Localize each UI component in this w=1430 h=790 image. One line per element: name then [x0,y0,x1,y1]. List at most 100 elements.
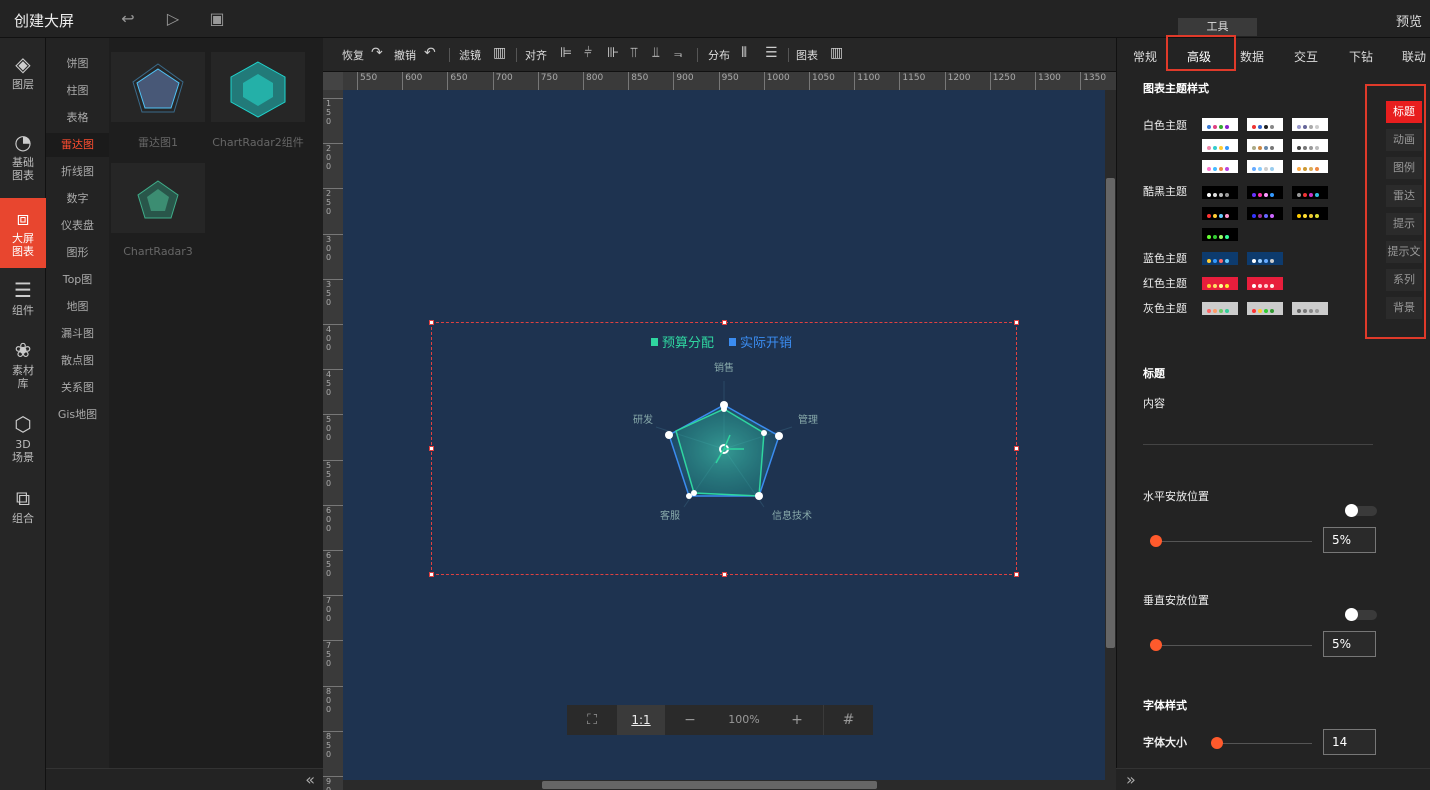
theme-swatch[interactable] [1292,302,1328,315]
undo-button[interactable]: 撤销 [394,47,416,63]
sidetab-title[interactable]: 标题 [1386,101,1422,123]
align-center-icon[interactable]: ⫩ [584,45,592,61]
content-input-underline[interactable] [1143,444,1373,445]
filter-chart-icon[interactable]: ▥ [493,45,506,61]
h-pos-slider-knob[interactable] [1150,535,1162,547]
theme-swatch[interactable] [1202,118,1238,131]
category-item-radar[interactable]: 雷达图 [46,133,109,157]
sidetab-radar[interactable]: 雷达 [1386,185,1422,207]
theme-swatch[interactable] [1292,207,1328,220]
h-pos-input[interactable]: 5% [1323,527,1376,553]
nav-group[interactable]: ⧉ 组合 [0,486,46,525]
theme-swatch[interactable] [1202,139,1238,152]
category-item[interactable]: 折线图 [46,160,109,184]
category-item[interactable]: 仪表盘 [46,214,109,238]
horizontal-scroll-thumb[interactable] [542,781,877,789]
category-item[interactable]: 关系图 [46,376,109,400]
thumbnail-radar1[interactable] [111,52,205,122]
distribute-v-icon[interactable]: ☰ [765,45,778,61]
h-pos-toggle-knob[interactable] [1345,504,1358,517]
v-pos-slider-track[interactable] [1150,645,1312,646]
distribute-h-icon[interactable]: ⦀ [741,45,747,61]
font-size-slider-knob[interactable] [1211,737,1223,749]
nav-components[interactable]: ☰ 组件 [0,278,46,317]
theme-swatch[interactable] [1202,207,1238,220]
actual-size-button[interactable]: 1:1 [617,705,665,735]
sidetab-tooltip-text[interactable]: 提示文 [1386,241,1422,263]
vertical-scroll-thumb[interactable] [1106,178,1115,648]
sidetab-background[interactable]: 背景 [1386,297,1422,319]
tab-interaction[interactable]: 交互 [1294,48,1318,65]
save-icon[interactable]: ▣ [207,9,227,29]
redo-button[interactable]: 恢复 [342,47,364,63]
distribute-button[interactable]: 分布 [708,47,730,63]
thumbnail-radar2[interactable] [211,52,305,122]
theme-swatch[interactable] [1247,207,1283,220]
theme-swatch[interactable] [1292,139,1328,152]
category-item[interactable]: 表格 [46,106,109,130]
fit-screen-icon[interactable]: ⛶ [567,705,617,735]
theme-swatch[interactable] [1247,139,1283,152]
theme-swatch[interactable] [1247,302,1283,315]
zoom-in-button[interactable]: + [783,705,811,735]
category-item[interactable]: 散点图 [46,349,109,373]
chart-icon[interactable]: ▥ [830,45,843,61]
category-item[interactable]: 数字 [46,187,109,211]
theme-swatch[interactable] [1202,252,1238,265]
align-top-icon[interactable]: ⫪ [630,45,638,61]
h-pos-slider-track[interactable] [1150,541,1312,542]
nav-materials[interactable]: ❀ 素材 库 [0,338,46,390]
nav-basic-chart[interactable]: ◔ 基础 图表 [0,130,46,182]
theme-swatch[interactable] [1202,186,1238,199]
theme-swatch[interactable] [1292,118,1328,131]
tab-linkage[interactable]: 联动 [1402,48,1426,65]
theme-swatch[interactable] [1202,160,1238,173]
sidetab-legend[interactable]: 图例 [1386,157,1422,179]
redo-icon[interactable]: ↷ [371,45,383,61]
category-item[interactable]: 饼图 [46,52,109,76]
align-right-icon[interactable]: ⊪ [607,45,619,61]
sidetab-tooltip[interactable]: 提示 [1386,213,1422,235]
sidetab-animation[interactable]: 动画 [1386,129,1422,151]
chart-button[interactable]: 图表 [796,47,818,63]
align-bottom-icon[interactable]: ⫬ [674,45,682,61]
theme-swatch[interactable] [1202,302,1238,315]
tab-data[interactable]: 数据 [1240,48,1264,65]
tab-drilldown[interactable]: 下钻 [1349,48,1373,65]
nav-3d-scene[interactable]: ⬡ 3D 场景 [0,412,46,464]
preview-button[interactable]: 预览 [1396,11,1422,30]
nav-screen-chart[interactable]: ⧈ 大屏 图表 [0,198,46,268]
theme-swatch[interactable] [1202,228,1238,241]
selected-radar-component[interactable]: 预算分配 实际开销 销售 管理 信息技术 客服 研发 [429,320,1019,577]
category-item[interactable]: 柱图 [46,79,109,103]
theme-swatch[interactable] [1247,118,1283,131]
grid-icon[interactable]: # [823,705,873,735]
v-pos-slider-knob[interactable] [1150,639,1162,651]
align-button[interactable]: 对齐 [525,47,547,63]
play-icon[interactable]: ▷ [163,9,183,29]
category-item[interactable]: 地图 [46,295,109,319]
collapse-right-icon[interactable]: » [1126,770,1136,789]
align-left-icon[interactable]: ⊫ [560,45,572,61]
category-item[interactable]: 漏斗图 [46,322,109,346]
font-size-slider-track[interactable] [1212,743,1312,744]
category-item[interactable]: 图形 [46,241,109,265]
sidetab-series[interactable]: 系列 [1386,269,1422,291]
legend-budget[interactable]: 预算分配 [662,336,714,351]
theme-swatch[interactable] [1247,186,1283,199]
category-item[interactable]: Gis地图 [46,403,109,427]
v-pos-input[interactable]: 5% [1323,631,1376,657]
nav-layers[interactable]: ◈ 图层 [0,52,46,91]
back-icon[interactable]: ↩ [118,9,138,29]
v-pos-toggle-knob[interactable] [1345,608,1358,621]
theme-swatch[interactable] [1247,252,1283,265]
zoom-out-button[interactable]: − [675,705,705,735]
theme-swatch[interactable] [1247,277,1283,290]
category-item[interactable]: Top图 [46,268,109,292]
collapse-left-icon[interactable]: « [305,770,315,789]
align-middle-icon[interactable]: ⫫ [652,45,660,61]
undo-icon[interactable]: ↶ [424,45,436,61]
filter-button[interactable]: 滤镜 [459,47,481,63]
theme-swatch[interactable] [1247,160,1283,173]
legend-actual[interactable]: 实际开销 [740,336,792,351]
